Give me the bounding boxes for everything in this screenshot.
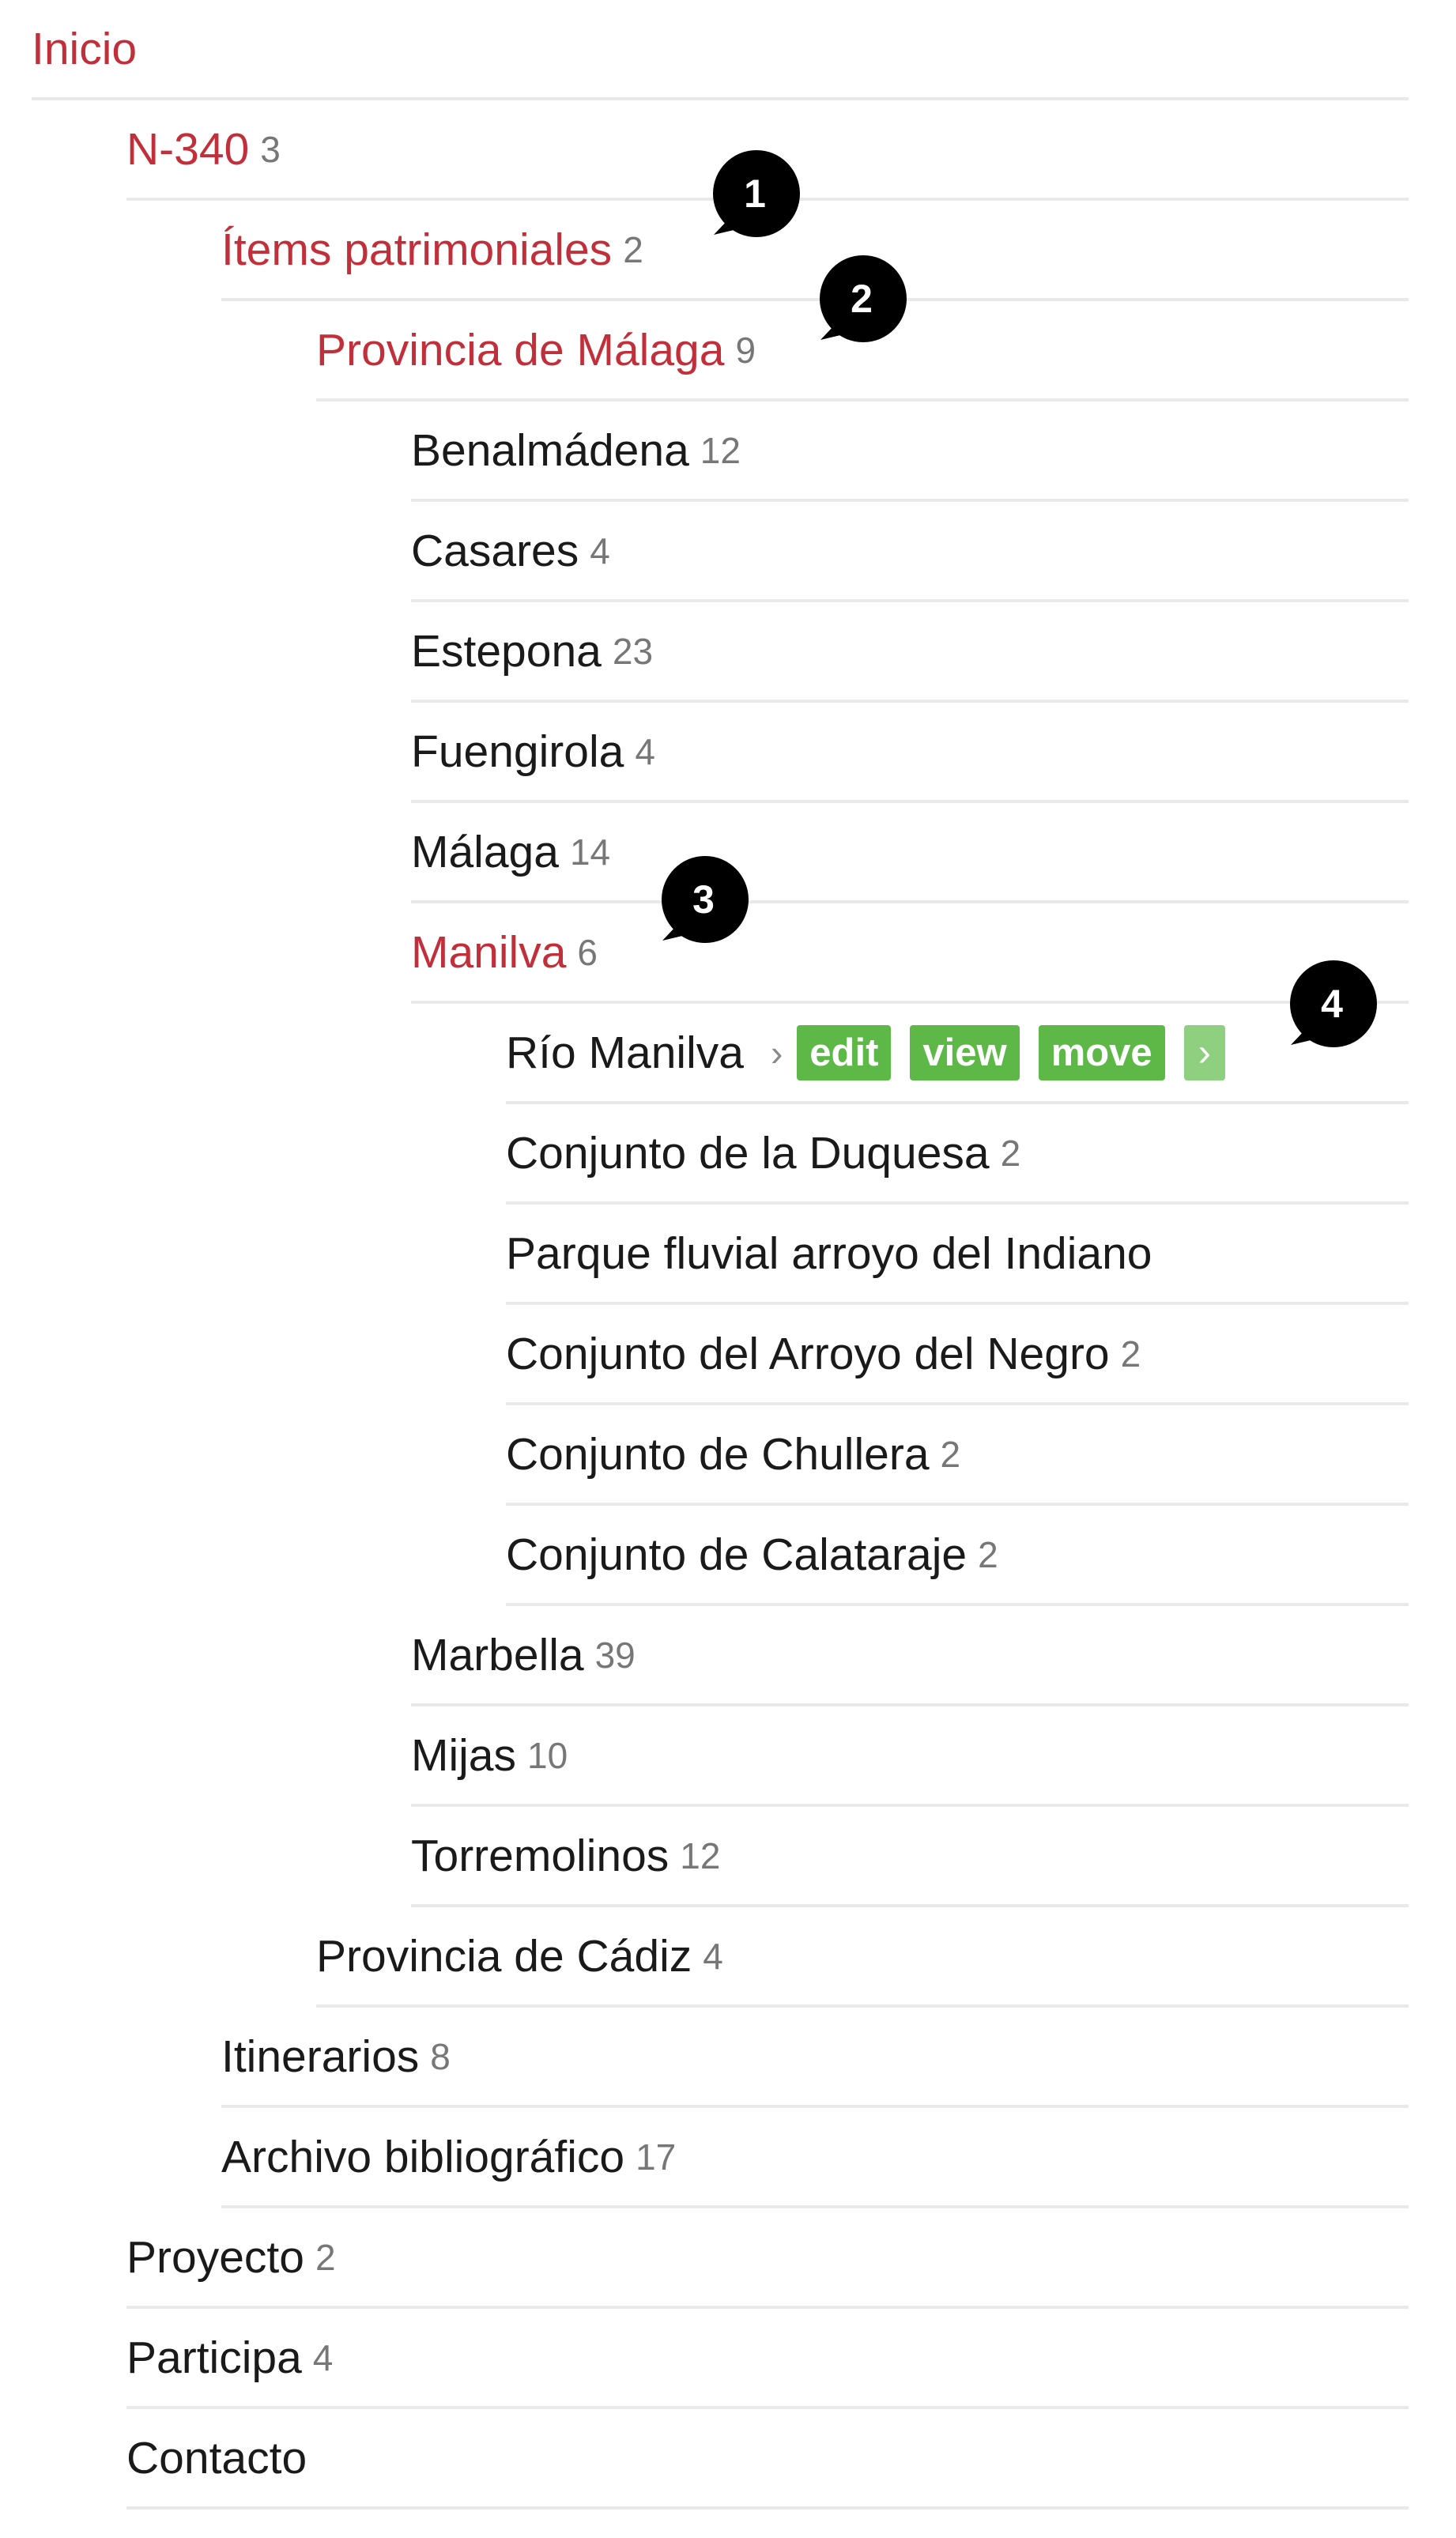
tree-row-torremolinos: Torremolinos 12 xyxy=(411,1807,1409,1907)
tree-link-parque-fluvial[interactable]: Parque fluvial arroyo del Indiano xyxy=(506,1228,1152,1280)
callout-bubble-4: 4 xyxy=(1284,956,1379,1051)
item-count: 10 xyxy=(527,1734,568,1776)
tree-row-fuengirola: Fuengirola 4 xyxy=(411,703,1409,803)
tree-link-conjunto-duquesa[interactable]: Conjunto de la Duquesa xyxy=(506,1127,990,1179)
tree-link-contacto[interactable]: Contacto xyxy=(126,2432,307,2484)
item-count: 6 xyxy=(577,931,598,973)
tree-link-fuengirola[interactable]: Fuengirola xyxy=(411,726,624,778)
tree-row-parque-fluvial: Parque fluvial arroyo del Indiano xyxy=(506,1205,1409,1305)
tree-row-mijas: Mijas 10 xyxy=(411,1706,1409,1807)
item-count: 4 xyxy=(635,730,655,772)
tree-row-casares: Casares 4 xyxy=(411,502,1409,602)
tree-row-estepona: Estepona 23 xyxy=(411,602,1409,703)
item-count: 4 xyxy=(703,1935,723,1977)
tree-row-manilva: Manilva 6 xyxy=(411,903,1409,1004)
callout-number: 3 xyxy=(692,877,715,922)
tree-link-arroyo-negro[interactable]: Conjunto del Arroyo del Negro xyxy=(506,1328,1110,1380)
tree-link-inicio[interactable]: Inicio xyxy=(32,23,137,75)
edit-button[interactable]: edit xyxy=(797,1024,892,1080)
item-count: 4 xyxy=(590,530,610,571)
item-count: 2 xyxy=(623,228,643,270)
item-count: 2 xyxy=(940,1433,961,1475)
tree-link-proyecto[interactable]: Proyecto xyxy=(126,2231,304,2283)
tree-row-provincia-cadiz: Provincia de Cádiz 4 xyxy=(316,1907,1409,2008)
item-count: 2 xyxy=(315,2236,336,2278)
tree-link-manilva[interactable]: Manilva xyxy=(411,926,566,979)
chevron-right-icon: › xyxy=(770,1031,783,1073)
item-count: 9 xyxy=(735,329,756,371)
callout-bubble-1: 1 xyxy=(707,146,802,241)
tree-row-malaga: Málaga 14 xyxy=(411,803,1409,903)
view-button[interactable]: view xyxy=(910,1024,1020,1080)
tree-link-rio-manilva[interactable]: Río Manilva xyxy=(506,1027,744,1079)
move-button[interactable]: move xyxy=(1038,1024,1165,1080)
tree-link-malaga[interactable]: Málaga xyxy=(411,826,559,878)
tree-link-casares[interactable]: Casares xyxy=(411,525,579,577)
item-count: 2 xyxy=(1000,1132,1021,1174)
tree-link-chullera[interactable]: Conjunto de Chullera xyxy=(506,1428,930,1480)
item-count: 2 xyxy=(978,1533,998,1575)
tree-row-benalmadena: Benalmádena 12 xyxy=(411,402,1409,502)
callout-bubble-2: 2 xyxy=(814,251,909,346)
tree-link-mijas[interactable]: Mijas xyxy=(411,1729,516,1782)
tree-row-conjunto-duquesa: Conjunto de la Duquesa 2 xyxy=(506,1104,1409,1205)
tree-link-items-patrimoniales[interactable]: Ítems patrimoniales xyxy=(221,224,612,276)
item-count: 12 xyxy=(680,1835,721,1876)
item-count: 4 xyxy=(312,2336,334,2378)
tree-row-contacto: Contacto xyxy=(126,2409,1409,2510)
tree-link-torremolinos[interactable]: Torremolinos xyxy=(411,1830,669,1882)
item-count: 17 xyxy=(636,2136,677,2178)
tree-row-itinerarios: Itinerarios 8 xyxy=(221,2008,1409,2108)
item-count: 23 xyxy=(612,630,654,672)
item-count: 2 xyxy=(1120,1333,1141,1375)
tree-row-marbella: Marbella 39 xyxy=(411,1606,1409,1706)
tree-link-participa[interactable]: Participa xyxy=(126,2332,302,2384)
tree-row-inicio: Inicio xyxy=(32,0,1409,100)
callout-number: 2 xyxy=(851,277,873,321)
item-count: 3 xyxy=(260,128,281,170)
tree-row-proyecto: Proyecto 2 xyxy=(126,2208,1409,2309)
tree-link-n340[interactable]: N-340 xyxy=(126,123,249,175)
tree-row-arroyo-negro: Conjunto del Arroyo del Negro 2 xyxy=(506,1305,1409,1405)
tree-link-benalmadena[interactable]: Benalmádena xyxy=(411,424,689,477)
tree-row-participa: Participa 4 xyxy=(126,2309,1409,2409)
more-actions-button[interactable]: › xyxy=(1183,1024,1225,1080)
tree-link-estepona[interactable]: Estepona xyxy=(411,625,602,677)
tree-row-rio-manilva: Río Manilva › edit view move › xyxy=(506,1004,1409,1104)
tree-link-provincia-malaga[interactable]: Provincia de Málaga xyxy=(316,324,724,376)
menu-tree: Inicio N-340 3 Ítems patrimoniales 2 Pro… xyxy=(0,0,1456,2538)
item-count: 8 xyxy=(430,2035,451,2077)
tree-link-marbella[interactable]: Marbella xyxy=(411,1629,584,1681)
tree-row-calataraje: Conjunto de Calataraje 2 xyxy=(506,1506,1409,1606)
item-count: 39 xyxy=(594,1634,636,1676)
tree-row-chullera: Conjunto de Chullera 2 xyxy=(506,1405,1409,1506)
tree-link-archivo-bibliografico[interactable]: Archivo bibliográfico xyxy=(221,2131,624,2183)
tree-link-calataraje[interactable]: Conjunto de Calataraje xyxy=(506,1529,967,1581)
callout-bubble-3: 3 xyxy=(656,852,751,947)
callout-number: 4 xyxy=(1321,982,1343,1026)
tree-row-archivo-bibliografico: Archivo bibliográfico 17 xyxy=(221,2108,1409,2208)
tree-link-provincia-cadiz[interactable]: Provincia de Cádiz xyxy=(316,1930,692,1982)
tree-link-itinerarios[interactable]: Itinerarios xyxy=(221,2031,419,2083)
item-count: 14 xyxy=(569,831,611,873)
callout-number: 1 xyxy=(744,172,766,216)
item-count: 12 xyxy=(700,429,741,471)
